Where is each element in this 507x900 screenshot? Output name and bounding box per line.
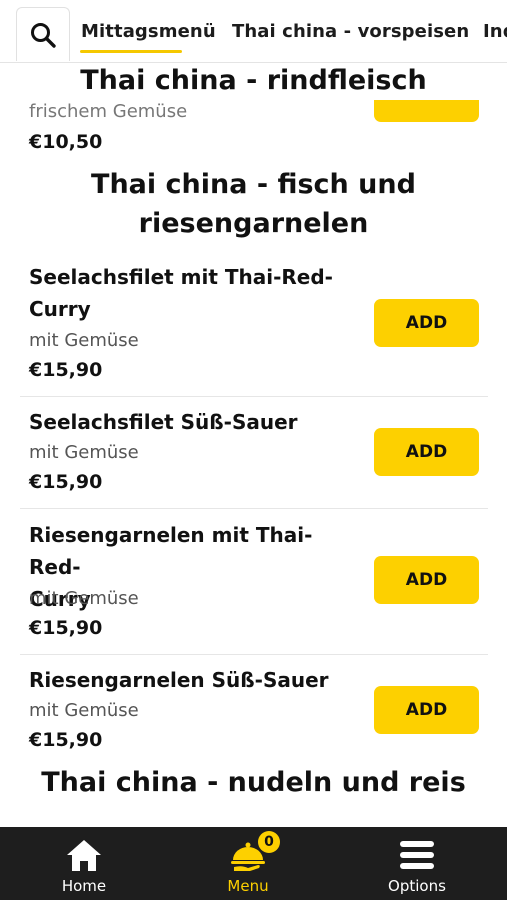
cart-count-badge: 0	[258, 831, 280, 853]
active-tab-indicator	[80, 50, 182, 53]
item-price: €15,90	[29, 471, 103, 493]
item-price: €15,90	[29, 729, 103, 751]
add-button[interactable]: ADD	[374, 299, 479, 347]
add-button[interactable]: ADD	[374, 686, 479, 734]
item-name: Seelachsfilet Süß-Sauer	[29, 410, 298, 434]
sticky-section-title: Thai china - rindfleisch	[0, 62, 507, 100]
bottom-navigation: Home 0 Menu Options	[0, 827, 507, 900]
nav-menu[interactable]: 0 Menu	[188, 827, 308, 900]
item-desc: mit Gemüse	[29, 442, 139, 463]
item-name: Seelachsfilet mit Thai-Red- Curry	[29, 265, 333, 321]
add-button[interactable]: ADD	[374, 428, 479, 476]
home-icon	[65, 837, 103, 873]
section-title-fisch: Thai china - fisch und riesengarnelen	[0, 165, 507, 243]
section-title-line1: Thai china - fisch und	[91, 169, 416, 200]
section-title-line2: riesengarnelen	[138, 208, 369, 239]
tab-thai-china-vorspeisen[interactable]: Thai china - vorspeisen	[232, 21, 469, 42]
item-desc: mit Gemüse	[29, 700, 139, 721]
food-cloche-icon: 0	[228, 831, 280, 873]
search-icon	[31, 22, 56, 48]
top-category-bar: Mittagsmenü Thai china - vorspeisen Ind	[0, 0, 507, 63]
menu-item: Seelachsfilet mit Thai-Red- Curry mit Ge…	[20, 257, 488, 397]
item-price: €15,90	[29, 359, 103, 381]
nav-home[interactable]: Home	[24, 827, 144, 900]
nav-home-label: Home	[61, 877, 107, 895]
add-button[interactable]: ADD	[374, 556, 479, 604]
tab-ind[interactable]: Ind	[483, 21, 507, 42]
menu-item: Riesengarnelen mit Thai-Red- Curry mit G…	[20, 508, 488, 655]
nav-options[interactable]: Options	[357, 827, 477, 900]
partial-item-price: €10,50	[29, 131, 103, 153]
item-desc: mit Gemüse	[29, 588, 139, 609]
nav-menu-label: Menu	[227, 877, 269, 895]
menu-item: Seelachsfilet Süß-Sauer mit Gemüse €15,9…	[20, 396, 488, 509]
item-desc: mit Gemüse	[29, 330, 139, 351]
item-price: €15,90	[29, 617, 103, 639]
partial-item-desc: frischem Gemüse	[29, 101, 188, 122]
tab-mittagsmenu[interactable]: Mittagsmenü	[81, 21, 216, 42]
search-button[interactable]	[16, 7, 70, 61]
section-title-nudeln: Thai china - nudeln und reis	[41, 767, 466, 798]
item-name: Riesengarnelen Süß-Sauer	[29, 668, 329, 692]
menu-content: frischem Gemüse €10,50 Thai china - rind…	[0, 62, 507, 827]
hamburger-menu-icon	[399, 837, 435, 873]
menu-item: Riesengarnelen Süß-Sauer mit Gemüse €15,…	[20, 654, 488, 762]
nav-options-label: Options	[388, 877, 446, 895]
